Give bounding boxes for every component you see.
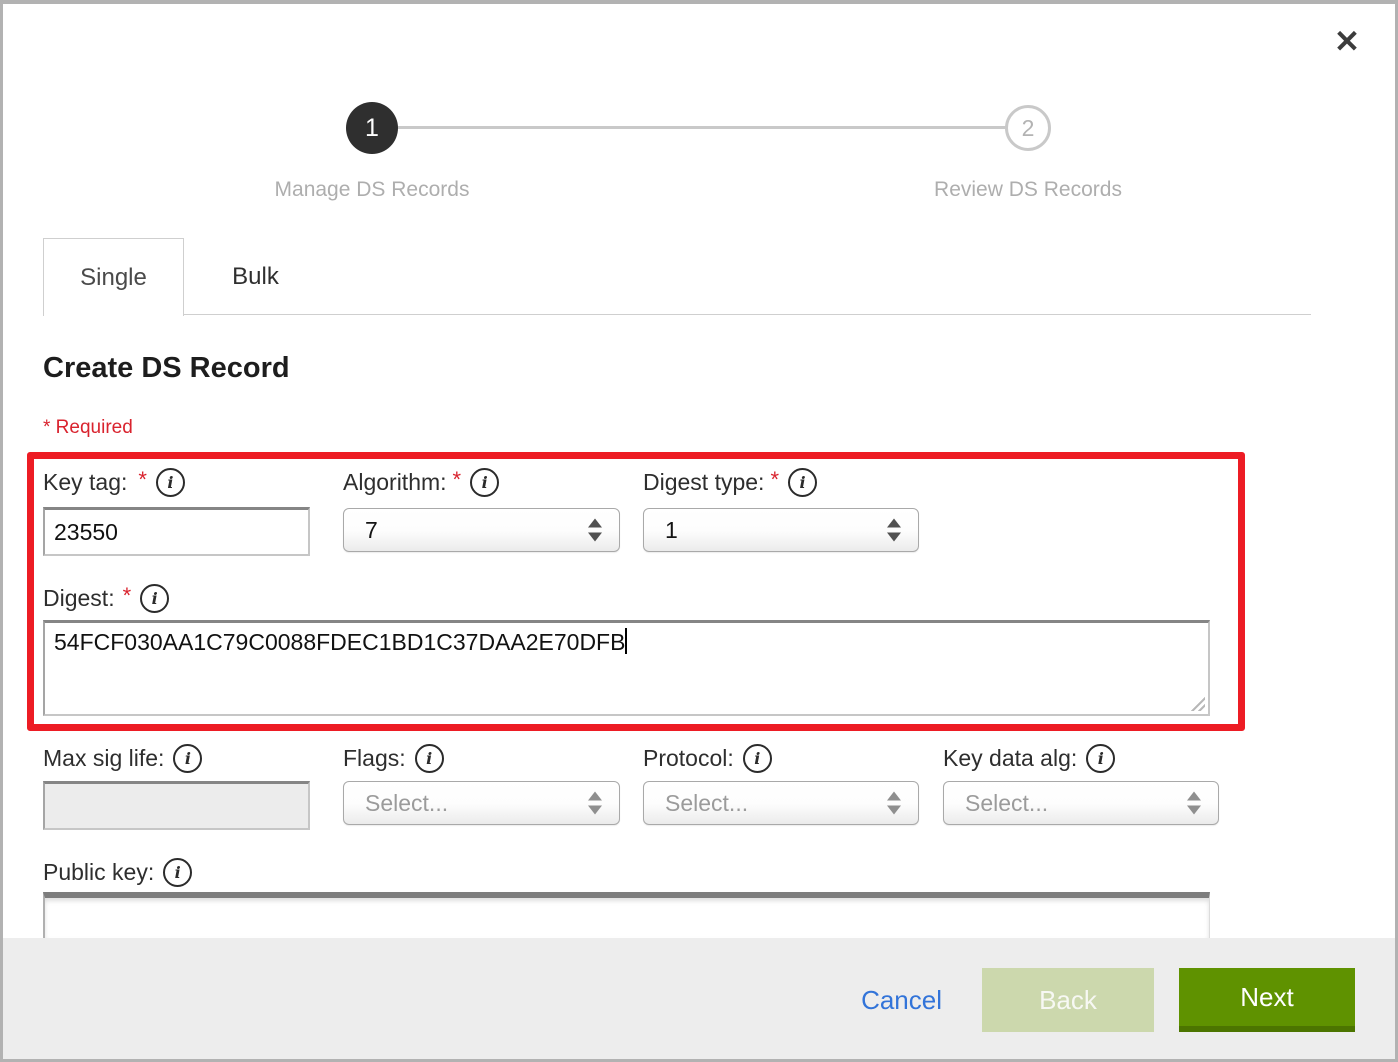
protocol-selected-value: Select...	[665, 790, 748, 817]
digest-label: Digest:	[43, 585, 115, 612]
select-spinner-icon	[1187, 792, 1201, 815]
digest-type-select[interactable]: 1	[643, 508, 919, 552]
tab-bulk[interactable]: Bulk	[183, 238, 328, 315]
public-key-label-row: Public key: i	[43, 858, 192, 887]
digest-required-marker: *	[123, 583, 132, 609]
step-1-number: 1	[365, 114, 379, 143]
key-data-alg-info-icon[interactable]: i	[1086, 744, 1115, 773]
protocol-select[interactable]: Select...	[643, 781, 919, 825]
info-glyph: i	[185, 749, 191, 768]
protocol-label: Protocol:	[643, 745, 734, 772]
modal-footer: Cancel Back Next	[0, 938, 1398, 1062]
digest-type-label-row: Digest type: * i	[643, 468, 817, 497]
create-ds-record-modal: ✕ 1 2 Manage DS Records Review DS Record…	[0, 0, 1398, 1062]
max-sig-life-label-row: Max sig life: i	[43, 744, 202, 773]
close-icon[interactable]: ✕	[1334, 26, 1360, 57]
back-button-label: Back	[1039, 985, 1097, 1016]
digest-type-label: Digest type:	[643, 469, 764, 496]
public-key-textarea[interactable]	[43, 892, 1210, 938]
algorithm-label-row: Algorithm: * i	[343, 468, 499, 497]
key-data-alg-label: Key data alg:	[943, 745, 1077, 772]
step-1-label: Manage DS Records	[192, 178, 552, 202]
max-sig-life-input[interactable]	[43, 781, 310, 830]
protocol-info-icon[interactable]: i	[743, 744, 772, 773]
algorithm-label: Algorithm:	[343, 469, 447, 496]
info-glyph: i	[754, 749, 760, 768]
select-spinner-icon	[887, 519, 901, 542]
select-spinner-icon	[887, 792, 901, 815]
info-glyph: i	[799, 473, 805, 492]
flags-select[interactable]: Select...	[343, 781, 620, 825]
key-data-alg-select[interactable]: Select...	[943, 781, 1219, 825]
key-tag-required-marker: *	[138, 467, 147, 493]
digest-type-selected-value: 1	[665, 517, 678, 544]
key-data-alg-label-row: Key data alg: i	[943, 744, 1115, 773]
next-button-label: Next	[1240, 982, 1293, 1013]
key-data-alg-selected-value: Select...	[965, 790, 1048, 817]
algorithm-info-icon[interactable]: i	[470, 468, 499, 497]
back-button[interactable]: Back	[982, 968, 1154, 1032]
max-sig-life-info-icon[interactable]: i	[173, 744, 202, 773]
flags-info-icon[interactable]: i	[415, 744, 444, 773]
step-1-circle: 1	[346, 102, 398, 154]
info-glyph: i	[426, 749, 432, 768]
info-glyph: i	[1098, 749, 1104, 768]
digest-info-icon[interactable]: i	[140, 584, 169, 613]
public-key-label: Public key:	[43, 859, 154, 886]
step-2-label: Review DS Records	[848, 178, 1208, 202]
digest-label-row: Digest: * i	[43, 584, 169, 613]
info-glyph: i	[482, 473, 488, 492]
public-key-info-icon[interactable]: i	[163, 858, 192, 887]
algorithm-required-marker: *	[453, 467, 462, 493]
select-spinner-icon	[588, 792, 602, 815]
select-spinner-icon	[588, 519, 602, 542]
digest-value: 54FCF030AA1C79C0088FDEC1BD1C37DAA2E70DFB	[54, 629, 625, 655]
tab-single-label: Single	[80, 264, 147, 292]
info-glyph: i	[175, 863, 181, 882]
key-tag-label: Key tag:	[43, 469, 127, 496]
key-tag-value: 23550	[54, 519, 118, 546]
digest-type-required-marker: *	[770, 467, 779, 493]
next-button[interactable]: Next	[1179, 968, 1355, 1032]
algorithm-selected-value: 7	[365, 517, 378, 544]
flags-label-row: Flags: i	[343, 744, 444, 773]
digest-textarea[interactable]: 54FCF030AA1C79C0088FDEC1BD1C37DAA2E70DFB	[43, 620, 1210, 716]
algorithm-select[interactable]: 7	[343, 508, 620, 552]
max-sig-life-label: Max sig life:	[43, 745, 164, 772]
digest-type-info-icon[interactable]: i	[788, 468, 817, 497]
cancel-button[interactable]: Cancel	[861, 985, 942, 1016]
flags-label: Flags:	[343, 745, 406, 772]
tab-bar-divider	[43, 314, 1311, 315]
key-tag-input[interactable]: 23550	[43, 507, 310, 556]
stepper-connector-line	[372, 126, 1028, 129]
required-note: * Required	[43, 417, 133, 439]
step-2-circle: 2	[1005, 105, 1051, 151]
text-caret	[625, 628, 627, 654]
protocol-label-row: Protocol: i	[643, 744, 772, 773]
key-tag-label-row: Key tag: * i	[43, 468, 185, 497]
resize-grip-icon[interactable]	[1188, 694, 1205, 711]
flags-selected-value: Select...	[365, 790, 448, 817]
key-tag-info-icon[interactable]: i	[156, 468, 185, 497]
page-title: Create DS Record	[43, 352, 290, 385]
tab-single[interactable]: Single	[43, 238, 184, 316]
tab-bulk-label: Bulk	[232, 263, 279, 291]
info-glyph: i	[152, 589, 158, 608]
step-2-number: 2	[1022, 115, 1035, 142]
info-glyph: i	[167, 473, 173, 492]
